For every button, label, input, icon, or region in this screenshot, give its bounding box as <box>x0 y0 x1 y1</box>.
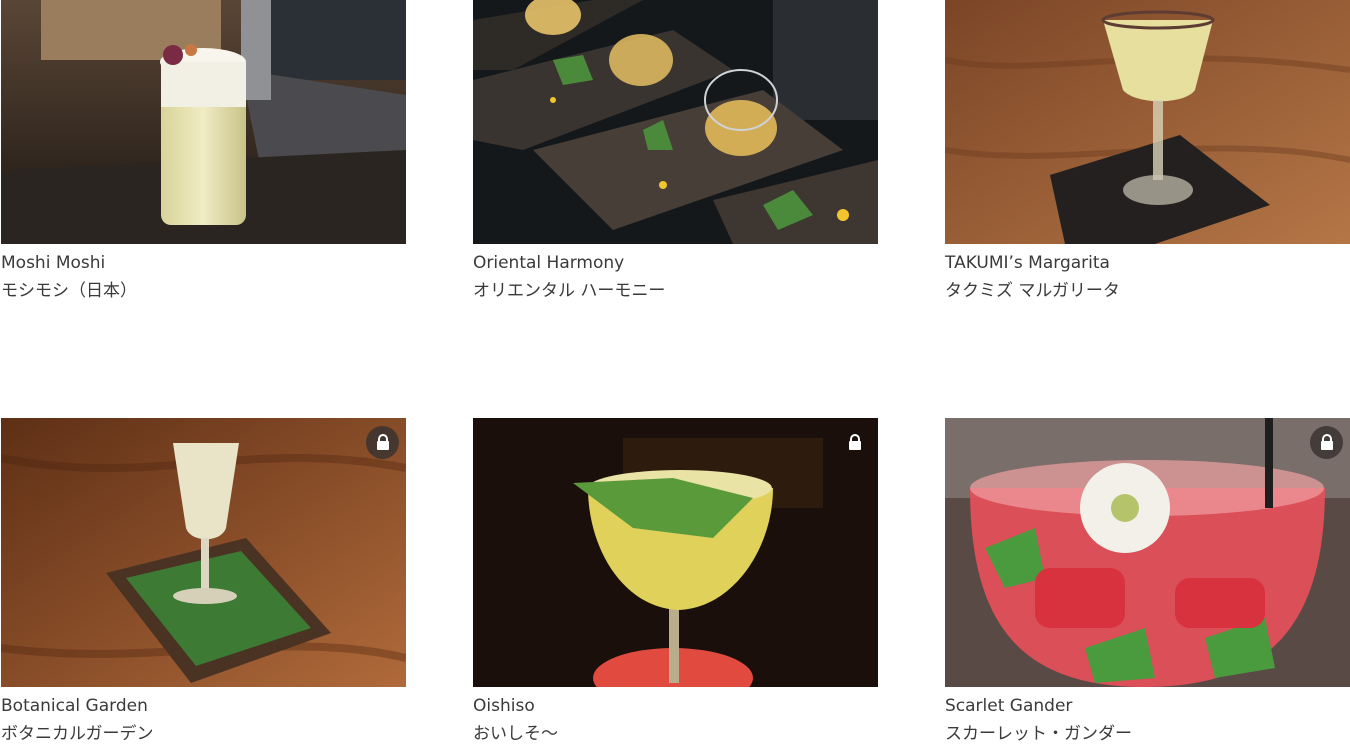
drink-card-botanical-garden[interactable]: Botanical Garden ボタニカルガーデン <box>1 418 406 748</box>
drink-name-japanese: モシモシ（日本） <box>1 281 137 301</box>
drink-card-scarlet-gander[interactable]: Scarlet Gander スカーレット・ガンダー <box>945 418 1350 748</box>
lock-badge <box>1310 426 1343 459</box>
oriental-harmony-image <box>473 0 878 244</box>
botanical-garden-image <box>1 418 406 687</box>
moshi-moshi-image <box>1 0 406 244</box>
drink-name-japanese: ボタニカルガーデン <box>1 724 154 744</box>
drink-name: TAKUMI’s Margarita <box>945 253 1110 273</box>
drink-name: Oriental Harmony <box>473 253 625 273</box>
drink-photo[interactable] <box>473 418 878 687</box>
drink-card-moshi-moshi[interactable]: Moshi Moshi モシモシ（日本） <box>1 0 406 305</box>
drink-card-oishiso[interactable]: Oishiso おいしそ〜 <box>473 418 878 748</box>
drink-photo[interactable] <box>945 418 1350 687</box>
drink-name-japanese: タクミズ マルガリータ <box>945 281 1120 301</box>
drink-name: Moshi Moshi <box>1 253 106 273</box>
takumis-margarita-image <box>945 0 1350 244</box>
drink-photo[interactable] <box>473 0 878 244</box>
drink-card-oriental-harmony[interactable]: Oriental Harmony オリエンタル ハーモニー <box>473 0 878 305</box>
scarlet-gander-image <box>945 418 1350 687</box>
drink-photo[interactable] <box>1 0 406 244</box>
lock-icon <box>848 434 861 450</box>
drink-name: Scarlet Gander <box>945 696 1073 716</box>
oishiso-image <box>473 418 878 687</box>
lock-badge <box>366 426 399 459</box>
drink-name: Oishiso <box>473 696 535 716</box>
drink-card-takumis-margarita[interactable]: TAKUMI’s Margarita タクミズ マルガリータ <box>945 0 1350 305</box>
lock-icon <box>1320 434 1333 450</box>
drink-name-japanese: スカーレット・ガンダー <box>945 724 1132 744</box>
drink-name: Botanical Garden <box>1 696 148 716</box>
drink-photo[interactable] <box>1 418 406 687</box>
drink-photo[interactable] <box>945 0 1350 244</box>
drink-name-japanese: オリエンタル ハーモニー <box>473 281 666 301</box>
lock-badge <box>838 426 871 459</box>
lock-icon <box>376 434 389 450</box>
drink-name-japanese: おいしそ〜 <box>473 724 558 744</box>
